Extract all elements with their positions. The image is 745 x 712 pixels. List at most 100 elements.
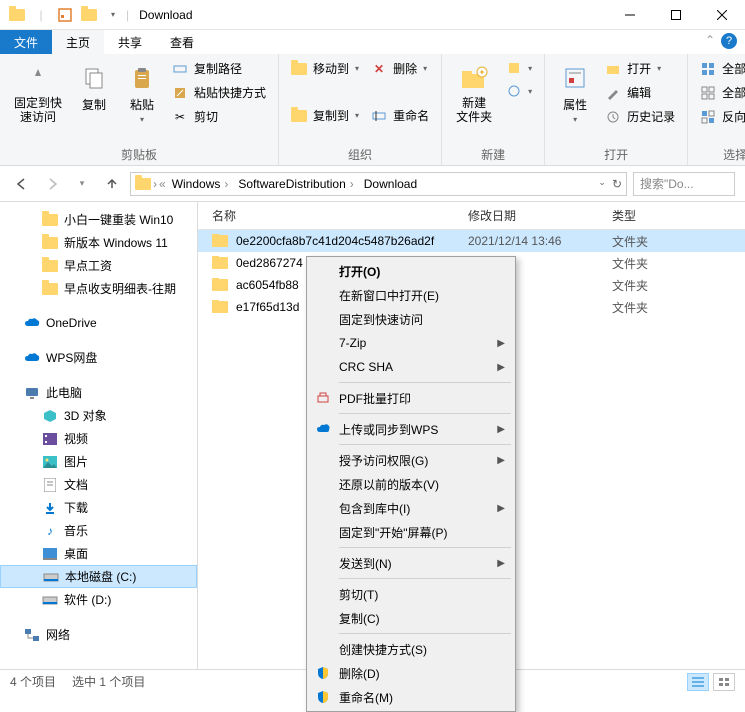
drive-icon bbox=[43, 569, 59, 585]
open-button[interactable]: 打开 ▾ bbox=[601, 58, 679, 79]
ctx-7zip[interactable]: 7-Zip▶ bbox=[309, 331, 513, 355]
sidebar-item-music[interactable]: ♪音乐 bbox=[0, 519, 197, 542]
chevron-right-icon[interactable]: › bbox=[153, 177, 157, 191]
move-to-button[interactable]: 移动到 ▾ bbox=[287, 58, 363, 79]
sidebar-item-local-disk-c[interactable]: 本地磁盘 (C:) bbox=[0, 565, 197, 588]
sidebar-item-onedrive[interactable]: OneDrive bbox=[0, 312, 197, 334]
navigation-sidebar[interactable]: 小白一键重装 Win10 新版本 Windows 11 早点工资 早点收支明细表… bbox=[0, 202, 198, 669]
sidebar-item-quick-0[interactable]: 小白一键重装 Win10 bbox=[0, 208, 197, 231]
search-input[interactable]: 搜索"Do... bbox=[633, 172, 735, 196]
crumb-windows[interactable]: Windows› bbox=[168, 177, 233, 191]
back-button[interactable] bbox=[10, 172, 34, 196]
select-none-button[interactable]: 全部取消 bbox=[696, 82, 745, 103]
ribbon-group-organize: 移动到 ▾ 复制到 ▾ ✕删除 ▾ 重命名 组织 bbox=[279, 54, 442, 165]
cut-button[interactable]: ✂剪切 bbox=[168, 106, 270, 127]
rename-button[interactable]: 重命名 bbox=[367, 105, 433, 126]
recent-dropdown[interactable]: ▾ bbox=[70, 172, 94, 196]
ctx-wps-sync[interactable]: 上传或同步到WPS▶ bbox=[309, 417, 513, 441]
delete-x-icon: ✕ bbox=[371, 61, 387, 77]
svg-text:✦: ✦ bbox=[479, 68, 486, 77]
sidebar-item-videos[interactable]: 视频 bbox=[0, 427, 197, 450]
selected-count: 选中 1 个项目 bbox=[72, 673, 145, 690]
copy-to-button[interactable]: 复制到 ▾ bbox=[287, 105, 363, 126]
ctx-restore-version[interactable]: 还原以前的版本(V) bbox=[309, 472, 513, 496]
ctx-pin-quick-access[interactable]: 固定到快速访问 bbox=[309, 307, 513, 331]
ctx-send-to[interactable]: 发送到(N)▶ bbox=[309, 551, 513, 575]
sidebar-item-pictures[interactable]: 图片 bbox=[0, 450, 197, 473]
ctx-copy[interactable]: 复制(C) bbox=[309, 606, 513, 630]
sidebar-item-documents[interactable]: 文档 bbox=[0, 473, 197, 496]
copy-button[interactable]: 复制 bbox=[72, 58, 116, 117]
easy-access-button[interactable]: ▾ bbox=[502, 81, 536, 101]
help-icon[interactable]: ? bbox=[721, 33, 737, 49]
forward-button[interactable] bbox=[40, 172, 64, 196]
desktop-icon bbox=[42, 546, 58, 562]
crumb-download[interactable]: Download bbox=[360, 177, 421, 191]
large-icons-view-icon[interactable] bbox=[713, 673, 735, 691]
ctx-open-new-window[interactable]: 在新窗口中打开(E) bbox=[309, 283, 513, 307]
ctx-delete[interactable]: 删除(D) bbox=[309, 661, 513, 685]
new-folder-button[interactable]: ✦ 新建 文件夹 bbox=[450, 58, 498, 129]
history-button[interactable]: 历史记录 bbox=[601, 106, 679, 127]
address-dropdown-icon[interactable]: ⌄ bbox=[598, 177, 606, 191]
details-view-icon[interactable] bbox=[687, 673, 709, 691]
crumb-softwaredistribution[interactable]: SoftwareDistribution› bbox=[234, 177, 357, 191]
paste-icon bbox=[126, 62, 158, 94]
ctx-open[interactable]: 打开(O) bbox=[309, 259, 513, 283]
sidebar-item-downloads[interactable]: 下载 bbox=[0, 496, 197, 519]
col-header-type[interactable]: 类型 bbox=[598, 207, 745, 224]
folder-icon bbox=[135, 178, 151, 190]
properties-button[interactable]: 属性 ▾ bbox=[553, 58, 597, 128]
col-header-date[interactable]: 修改日期 bbox=[454, 207, 598, 224]
copy-path-button[interactable]: 复制路径 bbox=[168, 58, 270, 79]
ctx-include-library[interactable]: 包含到库中(I)▶ bbox=[309, 496, 513, 520]
delete-button[interactable]: ✕删除 ▾ bbox=[367, 58, 433, 79]
sidebar-item-wps[interactable]: WPS网盘 bbox=[0, 346, 197, 369]
picture-icon bbox=[42, 454, 58, 470]
ctx-create-shortcut[interactable]: 创建快捷方式(S) bbox=[309, 637, 513, 661]
sidebar-item-software-d[interactable]: 软件 (D:) bbox=[0, 588, 197, 611]
tab-home[interactable]: 主页 bbox=[52, 30, 104, 54]
up-button[interactable] bbox=[100, 172, 124, 196]
paste-shortcut-button[interactable]: 粘贴快捷方式 bbox=[168, 82, 270, 103]
new-item-button[interactable]: ▾ bbox=[502, 58, 536, 78]
tab-file[interactable]: 文件 bbox=[0, 30, 52, 54]
sidebar-item-quick-2[interactable]: 早点工资 bbox=[0, 254, 197, 277]
pin-quick-access-button[interactable]: 固定到快 速访问 bbox=[8, 58, 68, 129]
music-icon: ♪ bbox=[42, 523, 58, 539]
properties-qat-icon[interactable] bbox=[54, 4, 76, 26]
col-header-name[interactable]: 名称 bbox=[198, 207, 454, 224]
ctx-pdf-print[interactable]: PDF批量打印 bbox=[309, 386, 513, 410]
ctx-pin-start[interactable]: 固定到"开始"屏幕(P) bbox=[309, 520, 513, 544]
sidebar-item-3d[interactable]: 3D 对象 bbox=[0, 404, 197, 427]
ribbon-group-new: ✦ 新建 文件夹 ▾ ▾ 新建 bbox=[442, 54, 545, 165]
file-row[interactable]: 0e2200cfa8b7c41d204c5487b26ad2f 2021/12/… bbox=[198, 230, 745, 252]
tab-view[interactable]: 查看 bbox=[156, 30, 208, 54]
paste-button[interactable]: 粘贴 ▾ bbox=[120, 58, 164, 128]
ribbon-tabs: 文件 主页 共享 查看 ⌃ ? bbox=[0, 30, 745, 54]
collapse-ribbon-icon[interactable]: ⌃ bbox=[705, 33, 715, 47]
ctx-grant-access[interactable]: 授予访问权限(G)▶ bbox=[309, 448, 513, 472]
tab-share[interactable]: 共享 bbox=[104, 30, 156, 54]
sidebar-item-network[interactable]: 网络 bbox=[0, 623, 197, 646]
sidebar-item-thispc[interactable]: 此电脑 bbox=[0, 381, 197, 404]
ctx-cut[interactable]: 剪切(T) bbox=[309, 582, 513, 606]
refresh-icon[interactable]: ↻ bbox=[612, 177, 622, 191]
maximize-button[interactable] bbox=[653, 0, 699, 30]
close-button[interactable] bbox=[699, 0, 745, 30]
qat-dropdown-icon[interactable]: ▾ bbox=[102, 4, 124, 26]
address-bar: ▾ › « Windows› SoftwareDistribution› Dow… bbox=[0, 166, 745, 202]
folder-icon bbox=[42, 258, 58, 274]
title-bar: | ▾ | Download bbox=[0, 0, 745, 30]
ctx-crc-sha[interactable]: CRC SHA▶ bbox=[309, 355, 513, 379]
breadcrumb-box[interactable]: › « Windows› SoftwareDistribution› Downl… bbox=[130, 172, 627, 196]
sidebar-item-quick-1[interactable]: 新版本 Windows 11 bbox=[0, 231, 197, 254]
select-all-button[interactable]: 全部选择 bbox=[696, 58, 745, 79]
sidebar-item-desktop[interactable]: 桌面 bbox=[0, 542, 197, 565]
video-icon bbox=[42, 431, 58, 447]
folder-qat-icon[interactable] bbox=[78, 4, 100, 26]
invert-selection-button[interactable]: 反向选择 bbox=[696, 106, 745, 127]
edit-button[interactable]: 编辑 bbox=[601, 82, 679, 103]
minimize-button[interactable] bbox=[607, 0, 653, 30]
sidebar-item-quick-3[interactable]: 早点收支明细表-往期 bbox=[0, 277, 197, 300]
